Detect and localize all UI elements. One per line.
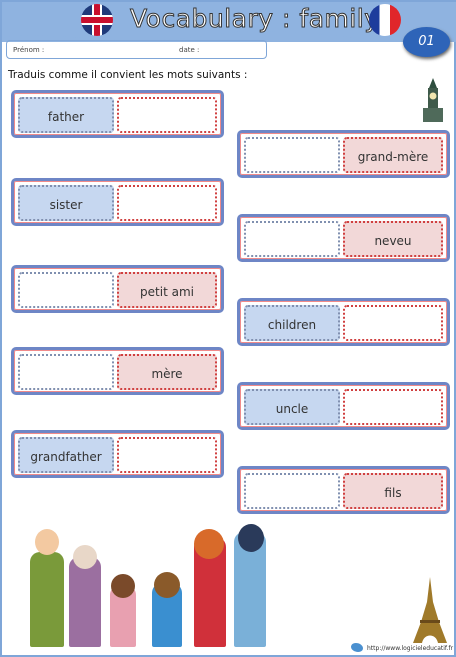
big-ben-icon <box>423 78 443 122</box>
english-word: children <box>244 305 340 341</box>
answer-field[interactable] <box>244 137 340 173</box>
answer-field[interactable] <box>117 437 217 473</box>
french-word: mère <box>117 354 217 390</box>
answer-field[interactable] <box>117 97 217 133</box>
french-word: petit ami <box>117 272 217 308</box>
vocab-card: petit ami <box>11 265 224 313</box>
french-word: grand-mère <box>343 137 443 173</box>
website-link[interactable]: http://www.logicieleducatif.fr <box>367 645 453 652</box>
english-word: uncle <box>244 389 340 425</box>
worksheet-number-badge: 01 <box>403 27 450 57</box>
logo-icon <box>351 643 363 652</box>
english-word: father <box>18 97 114 133</box>
vocab-card: father <box>11 90 224 138</box>
page-title: Vocabulary : family <box>130 4 380 34</box>
answer-field[interactable] <box>18 272 114 308</box>
firstname-label: Prénom : <box>13 46 45 54</box>
eiffel-tower-icon <box>413 577 447 643</box>
answer-field[interactable] <box>18 354 114 390</box>
vocab-card: fils <box>237 466 450 514</box>
vocab-card: children <box>237 298 450 346</box>
answer-field[interactable] <box>117 185 217 221</box>
english-word: sister <box>18 185 114 221</box>
date-label: date : <box>179 46 200 54</box>
france-flag-icon <box>369 4 401 36</box>
answer-field[interactable] <box>343 305 443 341</box>
vocab-card: sister <box>11 178 224 226</box>
vocab-card: grandfather <box>11 430 224 478</box>
answer-field[interactable] <box>244 221 340 257</box>
vocab-card: uncle <box>237 382 450 430</box>
vocab-card: neveu <box>237 214 450 262</box>
name-date-field[interactable]: Prénom : date : <box>6 40 267 59</box>
french-word: fils <box>343 473 443 509</box>
answer-field[interactable] <box>343 389 443 425</box>
worksheet: Vocabulary : family 01 Prénom : date : T… <box>0 0 456 657</box>
vocab-card: mère <box>11 347 224 395</box>
answer-field[interactable] <box>244 473 340 509</box>
vocab-card: grand-mère <box>237 130 450 178</box>
uk-flag-icon <box>81 4 113 36</box>
french-word: neveu <box>343 221 443 257</box>
english-word: grandfather <box>18 437 114 473</box>
instruction: Traduis comme il convient les mots suiva… <box>8 69 248 81</box>
